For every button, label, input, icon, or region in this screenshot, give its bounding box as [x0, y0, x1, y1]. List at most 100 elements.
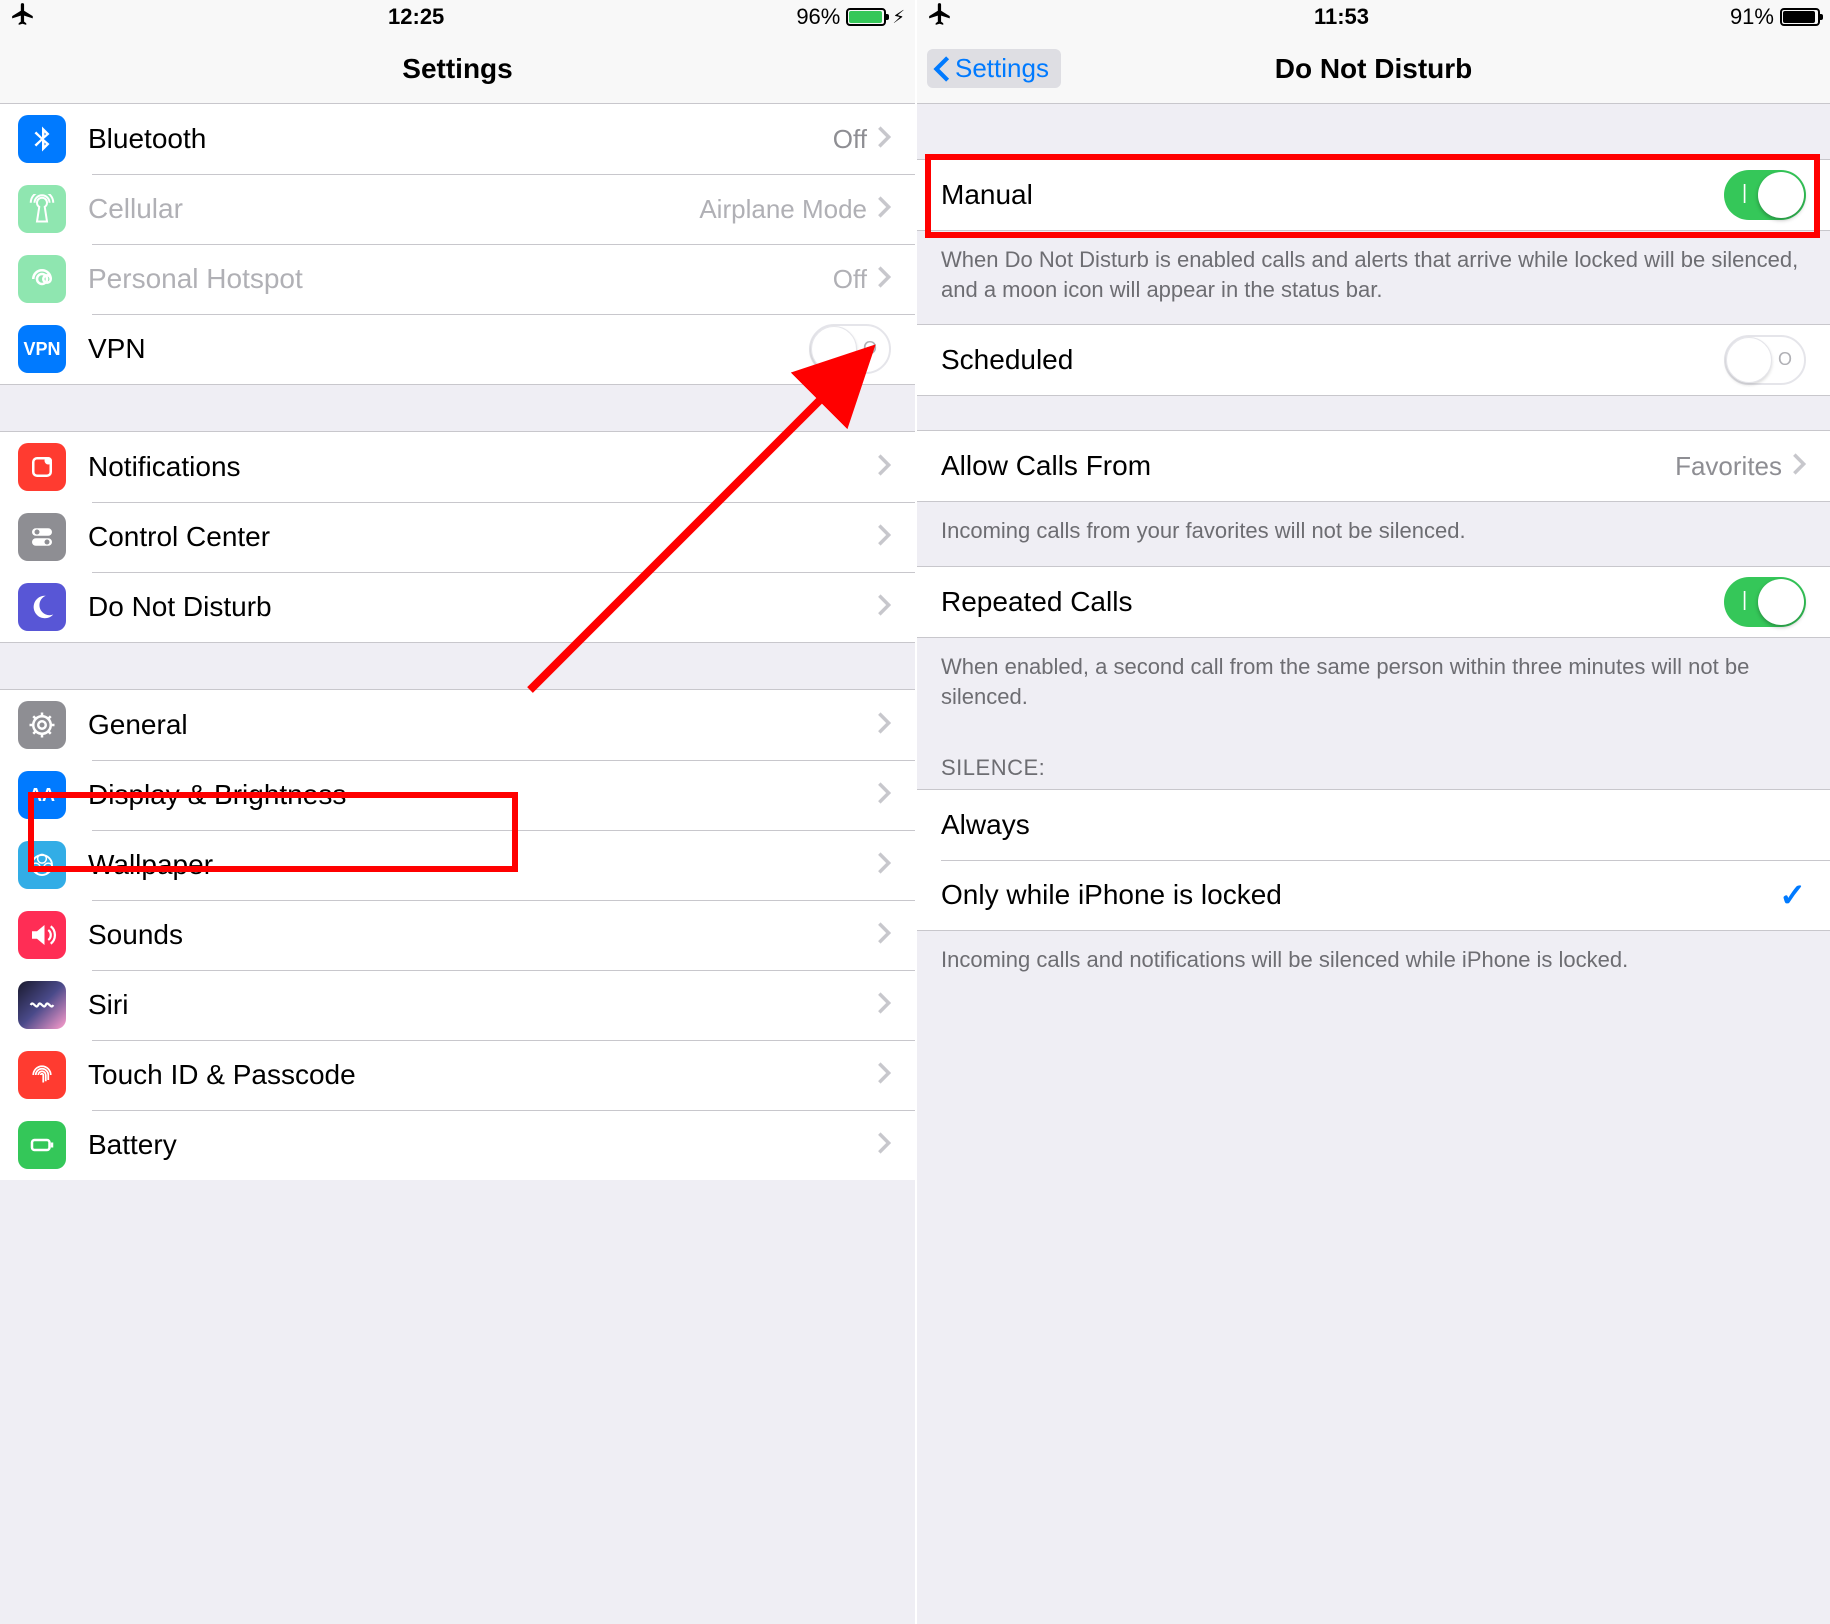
row-bluetooth[interactable]: Bluetooth Off [0, 104, 915, 174]
row-value: Favorites [1675, 451, 1782, 482]
row-label: Touch ID & Passcode [88, 1059, 356, 1091]
chevron-right-icon [877, 195, 891, 224]
charging-icon: ⚡︎ [892, 7, 905, 28]
row-personal-hotspot[interactable]: Personal Hotspot Off [0, 244, 915, 314]
row-cellular[interactable]: Cellular Airplane Mode [0, 174, 915, 244]
row-label: Scheduled [941, 344, 1073, 376]
cellular-icon [18, 185, 66, 233]
row-label: Cellular [88, 193, 183, 225]
siri-icon [18, 981, 66, 1029]
row-label: Personal Hotspot [88, 263, 303, 295]
dnd-screen: 11:53 91% Settings Do Not Disturb Manual… [915, 0, 1830, 1624]
fingerprint-icon [18, 1051, 66, 1099]
notifications-icon [18, 443, 66, 491]
battery-icon [846, 8, 886, 26]
bluetooth-icon [18, 115, 66, 163]
page-title: Settings [402, 53, 512, 85]
settings-screen: 12:25 96% ⚡︎ Settings Bluetooth Off Cell… [0, 0, 915, 1624]
row-label: Only while iPhone is locked [941, 879, 1282, 911]
chevron-right-icon [877, 523, 891, 552]
row-label: Siri [88, 989, 128, 1021]
checkmark-icon: ✓ [1779, 876, 1806, 914]
repeated-toggle[interactable] [1724, 577, 1806, 627]
sounds-icon [18, 911, 66, 959]
repeated-footer: When enabled, a second call from the sam… [917, 637, 1830, 731]
battery-percent: 91% [1730, 4, 1774, 30]
row-label: VPN [88, 333, 146, 365]
row-value: Off [833, 264, 867, 295]
row-repeated-calls[interactable]: Repeated Calls [917, 567, 1830, 637]
nav-bar: Settings Do Not Disturb [917, 34, 1830, 104]
silence-header: SILENCE: [917, 731, 1830, 790]
chevron-right-icon [877, 125, 891, 154]
row-general[interactable]: General [0, 690, 915, 760]
wallpaper-icon [18, 841, 66, 889]
battery-icon [1780, 8, 1820, 26]
chevron-right-icon [877, 265, 891, 294]
status-bar: 12:25 96% ⚡︎ [0, 0, 915, 34]
row-label: Battery [88, 1129, 177, 1161]
silence-footer: Incoming calls and notifications will be… [917, 930, 1830, 995]
row-label: Do Not Disturb [88, 591, 272, 623]
row-manual[interactable]: Manual [917, 160, 1830, 230]
battery-percent: 96% [796, 4, 840, 30]
airplane-mode-icon [10, 1, 36, 33]
row-label: Notifications [88, 451, 241, 483]
display-icon: AA [18, 771, 66, 819]
row-scheduled[interactable]: Scheduled [917, 325, 1830, 395]
chevron-right-icon [877, 1061, 891, 1090]
moon-icon [18, 583, 66, 631]
row-label: Always [941, 809, 1030, 841]
vpn-icon: VPN [18, 325, 66, 373]
row-display-brightness[interactable]: AA Display & Brightness [0, 760, 915, 830]
allow-calls-footer: Incoming calls from your favorites will … [917, 501, 1830, 566]
row-silence-locked[interactable]: Only while iPhone is locked ✓ [917, 860, 1830, 930]
control-center-icon [18, 513, 66, 561]
airplane-mode-icon [927, 1, 953, 33]
chevron-right-icon [877, 921, 891, 950]
row-label: Control Center [88, 521, 270, 553]
settings-group-general: General AA Display & Brightness Wallpape… [0, 690, 915, 1180]
chevron-right-icon [1792, 452, 1806, 481]
row-battery[interactable]: Battery [0, 1110, 915, 1180]
row-do-not-disturb[interactable]: Do Not Disturb [0, 572, 915, 642]
row-notifications[interactable]: Notifications [0, 432, 915, 502]
manual-toggle[interactable] [1724, 170, 1806, 220]
settings-group-system: Notifications Control Center Do Not Dist… [0, 432, 915, 642]
row-sounds[interactable]: Sounds [0, 900, 915, 970]
row-siri[interactable]: Siri [0, 970, 915, 1040]
chevron-right-icon [877, 453, 891, 482]
row-value: Off [833, 124, 867, 155]
page-title: Do Not Disturb [1275, 53, 1473, 85]
vpn-toggle[interactable] [809, 324, 891, 374]
row-label: Wallpaper [88, 849, 213, 881]
row-control-center[interactable]: Control Center [0, 502, 915, 572]
gear-icon [18, 701, 66, 749]
chevron-right-icon [877, 851, 891, 880]
manual-footer: When Do Not Disturb is enabled calls and… [917, 230, 1830, 324]
chevron-right-icon [877, 991, 891, 1020]
row-silence-always[interactable]: Always [917, 790, 1830, 860]
status-time: 12:25 [388, 4, 444, 30]
row-value: Airplane Mode [699, 194, 867, 225]
chevron-right-icon [877, 711, 891, 740]
row-label: Allow Calls From [941, 450, 1151, 482]
row-label: Display & Brightness [88, 779, 346, 811]
chevron-right-icon [877, 593, 891, 622]
row-label: Sounds [88, 919, 183, 951]
row-label: Repeated Calls [941, 586, 1132, 618]
hotspot-icon [18, 255, 66, 303]
chevron-right-icon [877, 1131, 891, 1160]
battery-row-icon [18, 1121, 66, 1169]
row-allow-calls-from[interactable]: Allow Calls From Favorites [917, 431, 1830, 501]
row-label: General [88, 709, 188, 741]
scheduled-toggle[interactable] [1724, 335, 1806, 385]
chevron-right-icon [877, 781, 891, 810]
status-time: 11:53 [1314, 4, 1369, 30]
row-touch-id[interactable]: Touch ID & Passcode [0, 1040, 915, 1110]
back-label: Settings [955, 53, 1049, 84]
back-button[interactable]: Settings [927, 49, 1061, 88]
row-vpn[interactable]: VPN VPN [0, 314, 915, 384]
row-label: Manual [941, 179, 1033, 211]
row-wallpaper[interactable]: Wallpaper [0, 830, 915, 900]
